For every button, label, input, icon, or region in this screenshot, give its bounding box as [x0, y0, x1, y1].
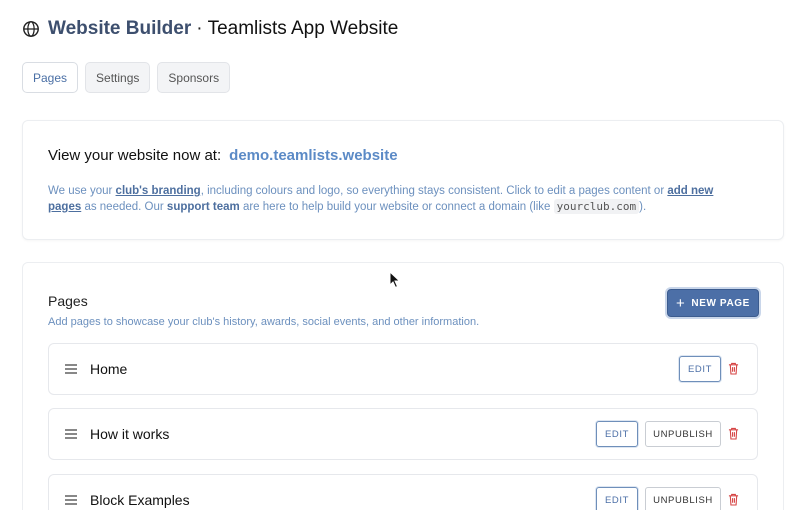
info-text-part: , including colours and logo, so everyth…	[200, 185, 668, 197]
page-header: Website Builder · Teamlists App Website	[22, 18, 398, 40]
pages-section-description: Add pages to showcase your club's histor…	[48, 316, 480, 328]
tab-bar: Pages Settings Sponsors	[22, 62, 231, 93]
tab-pages[interactable]: Pages	[22, 62, 79, 93]
view-website-label: View your website now at:	[48, 147, 222, 164]
view-website-line: View your website now at: demo.teamlists…	[48, 147, 398, 164]
page-row-how-it-works: How it works EDIT UNPUBLISH	[48, 408, 758, 460]
trash-icon[interactable]	[728, 493, 739, 506]
new-page-label: NEW PAGE	[691, 297, 750, 309]
title-separator: ·	[196, 18, 203, 39]
website-builder-page: Website Builder · Teamlists App Website …	[0, 0, 800, 510]
globe-icon	[23, 21, 39, 37]
unpublish-button[interactable]: UNPUBLISH	[645, 487, 721, 510]
tab-settings[interactable]: Settings	[85, 62, 151, 93]
support-team-link[interactable]: support team	[167, 201, 240, 213]
website-info-card: View your website now at: demo.teamlists…	[22, 120, 784, 240]
page-row-home: Home EDIT	[48, 343, 758, 395]
edit-button[interactable]: EDIT	[596, 487, 638, 510]
pages-section-title: Pages	[48, 293, 88, 309]
page-name: Block Examples	[90, 492, 190, 508]
edit-button[interactable]: EDIT	[596, 421, 638, 447]
page-name: Home	[90, 361, 128, 377]
app-title: Website Builder	[48, 18, 192, 39]
trash-icon[interactable]	[728, 362, 739, 375]
mouse-cursor-icon	[389, 271, 401, 289]
drag-handle-icon[interactable]	[65, 429, 77, 439]
page-row-block-examples: Block Examples EDIT UNPUBLISH	[48, 474, 758, 510]
new-page-button[interactable]: + NEW PAGE	[667, 289, 759, 317]
plus-icon: +	[676, 294, 686, 312]
edit-button[interactable]: EDIT	[679, 356, 721, 382]
club-branding-link[interactable]: club's branding	[116, 185, 201, 197]
unpublish-button[interactable]: UNPUBLISH	[645, 421, 721, 447]
page-name: How it works	[90, 426, 170, 442]
info-text-part: are here to help build your website or c…	[239, 201, 554, 213]
tab-sponsors[interactable]: Sponsors	[157, 62, 231, 93]
site-title: Teamlists App Website	[207, 18, 399, 39]
trash-icon[interactable]	[728, 427, 739, 440]
info-text-part: as needed. Our	[81, 201, 167, 213]
website-url-link[interactable]: demo.teamlists.website	[229, 147, 397, 164]
drag-handle-icon[interactable]	[65, 364, 77, 374]
info-text-part: ).	[639, 201, 647, 213]
drag-handle-icon[interactable]	[65, 495, 77, 505]
info-text-part: We use your	[48, 185, 116, 197]
domain-example: yourclub.com	[553, 199, 640, 214]
info-description: We use your club's branding, including c…	[48, 183, 748, 215]
pages-card: Pages Add pages to showcase your club's …	[22, 262, 784, 510]
